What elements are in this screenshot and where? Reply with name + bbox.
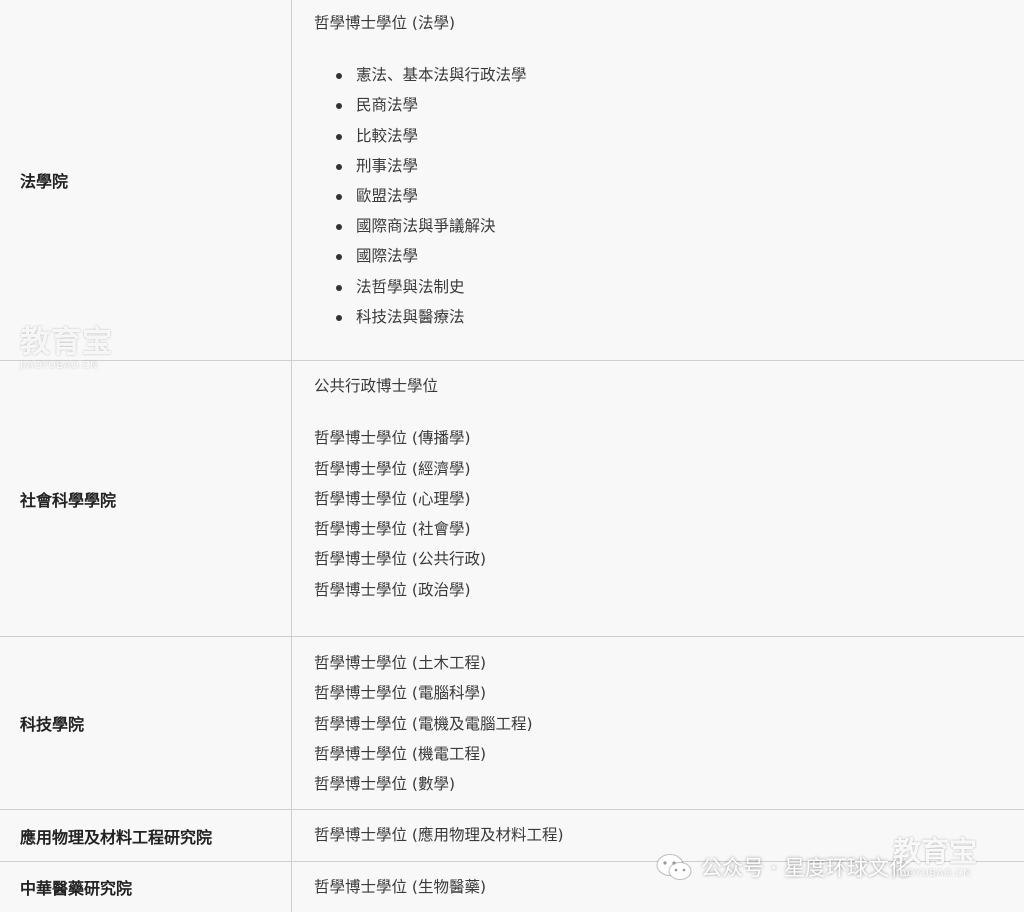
degree-table: 法學院 哲學博士學位 (法學) 憲法、基本法與行政法學 民商法學 比較法學 刑事… — [0, 0, 1024, 912]
list-item: 刑事法學 — [314, 151, 1024, 181]
faculty-name: 科技學院 — [0, 637, 292, 809]
degree-item: 哲學博士學位 (土木工程) — [314, 654, 487, 672]
degree-item: 公共行政博士學位 — [314, 377, 439, 395]
degree-item: 哲學博士學位 (電機及電腦工程) — [314, 714, 533, 733]
degree-item: 哲學博士學位 (心理學) — [314, 489, 471, 508]
list-item: 科技法與醫療法 — [314, 302, 1024, 332]
degree-cell: 哲學博士學位 (土木工程) 哲學博士學位 (電腦科學) 哲學博士學位 (電機及電… — [292, 637, 1024, 809]
degree-item: 哲學博士學位 (數學) — [314, 775, 456, 794]
degree-item: 哲學博士學位 (傳播學) — [314, 429, 471, 448]
wechat-account-text: 公众号 · 星度环球文化 — [701, 856, 911, 880]
watermark-logo-text: 教育宝 — [893, 835, 978, 868]
list-item: 國際商法與爭議解決 — [314, 211, 1024, 241]
degree-item: 哲學博士學位 (生物醫藥) — [314, 877, 487, 896]
degree-item: 哲學博士學位 (電腦科學) — [314, 684, 487, 703]
degree-item: 哲學博士學位 (機電工程) — [314, 744, 487, 763]
watermark-logo-text: 教育宝 — [20, 325, 113, 360]
degree-item: 哲學博士學位 (公共行政) — [314, 550, 487, 569]
wechat-icon — [656, 854, 692, 880]
degree-cell: 公共行政博士學位 哲學博士學位 (傳播學) 哲學博士學位 (經濟學) 哲學博士學… — [292, 361, 1024, 636]
list-item: 國際法學 — [314, 241, 1024, 271]
degree-item: 哲學博士學位 (應用物理及材料工程) — [314, 826, 564, 845]
watermark-logo-domain: JIAOYUBAO.CN — [893, 868, 971, 879]
list-item: 歐盟法學 — [314, 181, 1024, 211]
list-item: 比較法學 — [314, 121, 1024, 151]
faculty-name: 法學院 — [0, 0, 292, 360]
degree-cell: 哲學博士學位 (法學) 憲法、基本法與行政法學 民商法學 比較法學 刑事法學 歐… — [292, 0, 1024, 360]
wechat-watermark: 公众号 · 星度环球文化 — [655, 852, 910, 882]
table-row: 社會科學學院 公共行政博士學位 哲學博士學位 (傳播學) 哲學博士學位 (經濟學… — [0, 361, 1024, 637]
watermark-logo-right: 教育宝 JIAOYUBAO.CN — [893, 836, 977, 880]
degree-item: 哲學博士學位 (經濟學) — [314, 459, 471, 478]
watermark-logo-domain: JIAOYUBAO.CN — [20, 360, 98, 371]
watermark-logo: 教育宝 JIAOYUBAO.CN — [20, 326, 113, 372]
degree-item: 哲學博士學位 (法學) — [314, 14, 456, 32]
faculty-name: 中華醫藥研究院 — [0, 862, 292, 912]
faculty-name: 應用物理及材料工程研究院 — [0, 810, 292, 861]
degree-item: 哲學博士學位 (社會學) — [314, 520, 471, 539]
list-item: 法哲學與法制史 — [314, 272, 1024, 302]
specialization-list: 憲法、基本法與行政法學 民商法學 比較法學 刑事法學 歐盟法學 國際商法與爭議解… — [314, 60, 1024, 332]
table-row: 科技學院 哲學博士學位 (土木工程) 哲學博士學位 (電腦科學) 哲學博士學位 … — [0, 637, 1024, 810]
table-row: 法學院 哲學博士學位 (法學) 憲法、基本法與行政法學 民商法學 比較法學 刑事… — [0, 0, 1024, 361]
list-item: 民商法學 — [314, 90, 1024, 120]
faculty-name: 社會科學學院 — [0, 361, 292, 636]
list-item: 憲法、基本法與行政法學 — [314, 60, 1024, 90]
degree-item: 哲學博士學位 (政治學) — [314, 580, 471, 599]
